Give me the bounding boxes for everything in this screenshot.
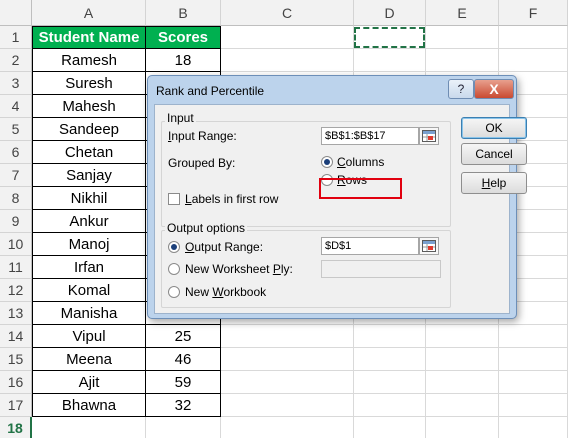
- cancel-button[interactable]: Cancel: [461, 143, 527, 165]
- header-cell-student-name[interactable]: Student Name: [32, 26, 146, 49]
- row-header-9[interactable]: 9: [0, 210, 32, 233]
- row-header-3[interactable]: 3: [0, 72, 32, 95]
- score-cell[interactable]: 59: [146, 371, 221, 394]
- column-header-e[interactable]: E: [426, 0, 499, 26]
- input-range-label: Input Range:: [168, 129, 237, 143]
- column-header-b[interactable]: B: [146, 0, 221, 26]
- name-cell[interactable]: Komal: [32, 279, 146, 302]
- column-header-c[interactable]: C: [221, 0, 354, 26]
- name-cell[interactable]: Ankur: [32, 210, 146, 233]
- row-header-1[interactable]: 1: [0, 26, 32, 49]
- row-header-12[interactable]: 12: [0, 279, 32, 302]
- range-select-icon[interactable]: [419, 237, 439, 255]
- name-cell[interactable]: Irfan: [32, 256, 146, 279]
- new-worksheet-label[interactable]: New Worksheet Ply:: [185, 262, 293, 276]
- row-header-16[interactable]: 16: [0, 371, 32, 394]
- ok-button[interactable]: OK: [461, 117, 527, 139]
- grouped-by-label: Grouped By:: [168, 156, 236, 170]
- score-cell[interactable]: 18: [146, 49, 221, 72]
- output-range-label[interactable]: Output Range:: [185, 240, 263, 254]
- row-header-2[interactable]: 2: [0, 49, 32, 72]
- score-cell[interactable]: 25: [146, 325, 221, 348]
- name-cell[interactable]: Suresh: [32, 72, 146, 95]
- dialog-title: Rank and Percentile: [156, 84, 265, 98]
- row-header-17[interactable]: 17: [0, 394, 32, 417]
- row-header-13[interactable]: 13: [0, 302, 32, 325]
- row-header-10[interactable]: 10: [0, 233, 32, 256]
- row-header-7[interactable]: 7: [0, 164, 32, 187]
- columns-radio[interactable]: [321, 156, 333, 168]
- row-header-5[interactable]: 5: [0, 118, 32, 141]
- close-icon[interactable]: X: [474, 79, 514, 99]
- name-cell[interactable]: Sanjay: [32, 164, 146, 187]
- input-range-field[interactable]: $B$1:$B$17: [321, 127, 419, 145]
- row-header-15[interactable]: 15: [0, 348, 32, 371]
- new-worksheet-field[interactable]: [321, 260, 441, 278]
- name-cell[interactable]: Ajit: [32, 371, 146, 394]
- range-select-icon[interactable]: [419, 127, 439, 145]
- dialog-titlebar[interactable]: Rank and Percentile ? X: [148, 76, 516, 104]
- output-range-field[interactable]: $D$1: [321, 237, 419, 255]
- score-cell[interactable]: 46: [146, 348, 221, 371]
- column-header-f[interactable]: F: [499, 0, 568, 26]
- header-cell-scores[interactable]: Scores: [146, 26, 221, 49]
- name-cell[interactable]: Nikhil: [32, 187, 146, 210]
- help-button[interactable]: Help: [461, 172, 527, 194]
- column-header-a[interactable]: A: [32, 0, 146, 26]
- name-cell[interactable]: Manisha: [32, 302, 146, 325]
- name-cell[interactable]: Bhawna: [32, 394, 146, 417]
- columns-label[interactable]: Columns: [337, 155, 384, 169]
- name-cell[interactable]: Ramesh: [32, 49, 146, 72]
- row-header-14[interactable]: 14: [0, 325, 32, 348]
- row-header-8[interactable]: 8: [0, 187, 32, 210]
- name-cell[interactable]: Vipul: [32, 325, 146, 348]
- output-group-label: Output options: [165, 221, 248, 235]
- score-cell[interactable]: 32: [146, 394, 221, 417]
- row-header-4[interactable]: 4: [0, 95, 32, 118]
- input-group-label: Input: [165, 111, 196, 125]
- help-icon[interactable]: ?: [448, 79, 474, 99]
- name-cell[interactable]: Mahesh: [32, 95, 146, 118]
- output-range-radio[interactable]: [168, 241, 180, 253]
- rank-and-percentile-dialog: Rank and Percentile ? X Input Input Rang…: [147, 75, 527, 319]
- columns-highlight-box: [319, 178, 402, 199]
- name-cell[interactable]: Sandeep: [32, 118, 146, 141]
- new-workbook-label[interactable]: New Workbook: [185, 285, 266, 299]
- new-worksheet-radio[interactable]: [168, 263, 180, 275]
- row-header-18[interactable]: 18: [0, 417, 32, 438]
- dialog-body: Input Input Range: $B$1:$B$17 Grouped By…: [154, 104, 527, 314]
- name-cell[interactable]: Meena: [32, 348, 146, 371]
- labels-first-row-checkbox[interactable]: [168, 193, 180, 205]
- copy-marquee-d1: [354, 27, 425, 48]
- labels-first-row-label[interactable]: Labels in first row: [185, 192, 278, 206]
- row-header-11[interactable]: 11: [0, 256, 32, 279]
- name-cell[interactable]: Chetan: [32, 141, 146, 164]
- name-cell[interactable]: Manoj: [32, 233, 146, 256]
- select-all-corner[interactable]: [0, 0, 32, 26]
- column-header-d[interactable]: D: [354, 0, 426, 26]
- row-header-6[interactable]: 6: [0, 141, 32, 164]
- new-workbook-radio[interactable]: [168, 286, 180, 298]
